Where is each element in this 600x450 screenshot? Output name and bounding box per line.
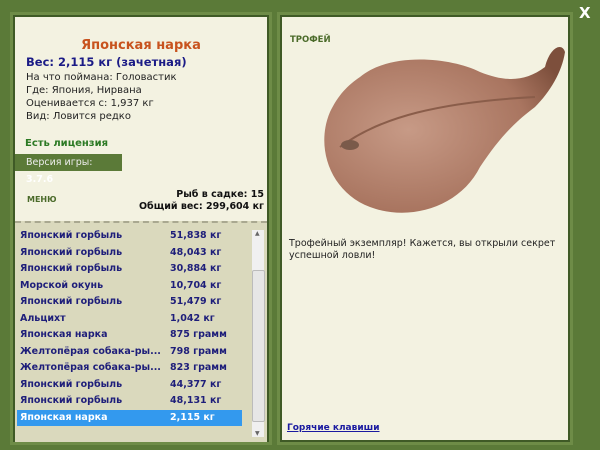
fish-weight: 1,042 кг: [170, 312, 215, 324]
fish-bait: На что поймана: Головастик: [26, 72, 177, 83]
catch-list[interactable]: ▲ ▼ Японский горбыль 51,838 кг Японский го…: [15, 221, 267, 442]
catch-list-item[interactable]: Японский горбыль 30,884 кг: [17, 261, 242, 277]
fish-count: Рыб в садке: 15: [176, 189, 264, 200]
fish-name: Японская нарка: [20, 329, 108, 340]
fish-name: Желтопёрая собака-ры...: [20, 345, 161, 357]
catch-stats: Рыб в садке: 15 Общий вес: 299,604 кг: [139, 189, 264, 213]
fish-weight: 44,377 кг: [170, 378, 222, 390]
close-button[interactable]: X: [579, 4, 591, 22]
fish-weight: 875 грамм: [170, 329, 227, 340]
catch-list-item[interactable]: Желтопёрая собака-ры... 823 грамм: [17, 360, 242, 376]
total-weight: Общий вес: 299,604 кг: [138, 201, 264, 212]
fish-weight: 10,704 кг: [170, 279, 222, 291]
fish-rated: Оценивается с: 1,937 кг: [26, 98, 154, 109]
scrollbar[interactable]: ▲ ▼: [252, 230, 265, 437]
fish-image: [324, 47, 565, 213]
catch-list-item[interactable]: Японский горбыль 44,377 кг: [17, 377, 242, 393]
hotkeys-link[interactable]: Горячие клавиши: [287, 423, 380, 433]
fish-weight: 51,479 кг: [170, 296, 222, 307]
game-version: Версия игры: 3.7.6: [15, 154, 122, 185]
fish-weight: 30,884 кг: [170, 263, 222, 274]
version-label: Версия игры:: [26, 157, 93, 168]
fish-weight: 823 грамм: [170, 362, 227, 373]
scroll-down-icon[interactable]: ▼: [255, 430, 260, 437]
fish-info-panel: Японская нарка Вес: 2,115 кг (зачетная) …: [13, 15, 269, 442]
fish-name: Желтопёрая собака-ры...: [20, 362, 161, 373]
catch-list-item[interactable]: Японская нарка 875 грамм: [17, 327, 242, 343]
catch-list-item[interactable]: Морской окунь 10,704 кг: [17, 278, 242, 294]
fish-name: Японский горбыль: [20, 263, 123, 274]
fish-weight: 798 грамм: [170, 345, 227, 357]
fish-name: Японская нарка: [81, 38, 201, 53]
fish-weight: Вес: 2,115 кг (зачетная): [26, 55, 187, 69]
version-value: 3.7.6: [26, 174, 54, 185]
catch-list-item[interactable]: Японская нарка 2,115 кг: [17, 409, 242, 426]
fish-weight: 51,838 кг: [170, 230, 222, 241]
fish-name: Японский горбыль: [20, 378, 123, 390]
catch-list-item[interactable]: Желтопёрая собака-ры... 798 грамм: [17, 344, 242, 360]
fish-name: Японский горбыль: [20, 395, 123, 406]
catch-list-item[interactable]: Японский горбыль 48,131 кг: [17, 393, 242, 409]
catch-list-item[interactable]: Японский горбыль 48,043 кг: [17, 245, 242, 261]
fish-weight: 48,131 кг: [170, 395, 222, 406]
license-status: Есть лицензия: [25, 138, 109, 149]
fish-name: Альцихт: [20, 312, 66, 324]
fish-place: Где: Япония, Нирвана: [26, 85, 142, 96]
catch-list-item[interactable]: Японский горбыль 51,479 кг: [17, 294, 242, 310]
menu-button[interactable]: МЕНЮ: [27, 195, 57, 204]
fish-name: Японский горбыль: [20, 246, 123, 258]
fish-name: Японская нарка: [20, 411, 108, 423]
scroll-up-icon[interactable]: ▲: [255, 230, 260, 237]
scrollbar-thumb[interactable]: [252, 270, 265, 422]
trophy-panel: ТРОФЕЙ Трофейный экземпляр! Кажется, вы …: [280, 15, 570, 442]
trophy-description: Трофейный экземпляр! Кажется, вы открыли…: [289, 238, 556, 261]
catch-list-item[interactable]: Альцихт 1,042 кг: [17, 311, 242, 327]
catch-list-item[interactable]: Японский горбыль 51,838 кг: [17, 228, 242, 244]
fish-name: Японский горбыль: [20, 296, 123, 307]
fish-name: Японский горбыль: [20, 230, 123, 241]
fish-name: Морской окунь: [20, 279, 104, 291]
fish-kind: Вид: Ловится редко: [26, 111, 131, 122]
fish-weight: 2,115 кг: [170, 411, 215, 423]
fish-weight: 48,043 кг: [170, 246, 222, 258]
